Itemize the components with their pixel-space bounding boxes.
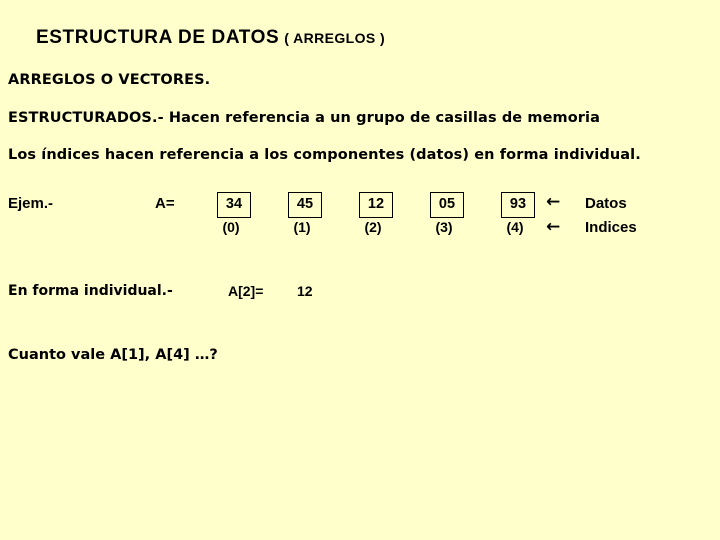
array-index-0: (0) — [222, 219, 240, 235]
body-line-2: ESTRUCTURADOS.- Hacen referencia a un gr… — [8, 110, 601, 126]
array-assignment-label: A= — [155, 195, 175, 212]
array-cell-2: 12 — [359, 192, 393, 218]
legend-label-datos: Datos — [585, 195, 627, 212]
arrow-left-icon-datos: ← — [546, 192, 561, 212]
legend-label-indices: Indices — [585, 219, 637, 236]
individual-access-expression: A[2]= — [228, 283, 264, 299]
arrow-left-icon-indices: ← — [546, 217, 561, 237]
array-cell-4: 93 — [501, 192, 535, 218]
individual-access-value: 12 — [297, 283, 313, 299]
array-cell-3: 05 — [430, 192, 464, 218]
example-label: Ejem.- — [8, 195, 54, 212]
slide-canvas: ESTRUCTURA DE DATOS( ARREGLOS ) ARREGLOS… — [0, 0, 720, 540]
array-cell-0: 34 — [217, 192, 251, 218]
page-title-main: ESTRUCTURA DE DATOS — [36, 27, 280, 48]
question-line: Cuanto vale A[1], A[4] …? — [8, 347, 218, 363]
array-index-4: (4) — [506, 219, 524, 235]
page-title: ESTRUCTURA DE DATOS( ARREGLOS ) — [36, 27, 385, 49]
array-index-1: (1) — [293, 219, 311, 235]
page-title-sub: ( ARREGLOS ) — [284, 30, 386, 46]
body-line-3: Los índices hacen referencia a los compo… — [8, 147, 641, 163]
individual-access-label: En forma individual.- — [8, 283, 173, 299]
array-cell-1: 45 — [288, 192, 322, 218]
array-index-3: (3) — [435, 219, 453, 235]
body-line-1: ARREGLOS O VECTORES. — [8, 72, 211, 88]
array-index-2: (2) — [364, 219, 382, 235]
